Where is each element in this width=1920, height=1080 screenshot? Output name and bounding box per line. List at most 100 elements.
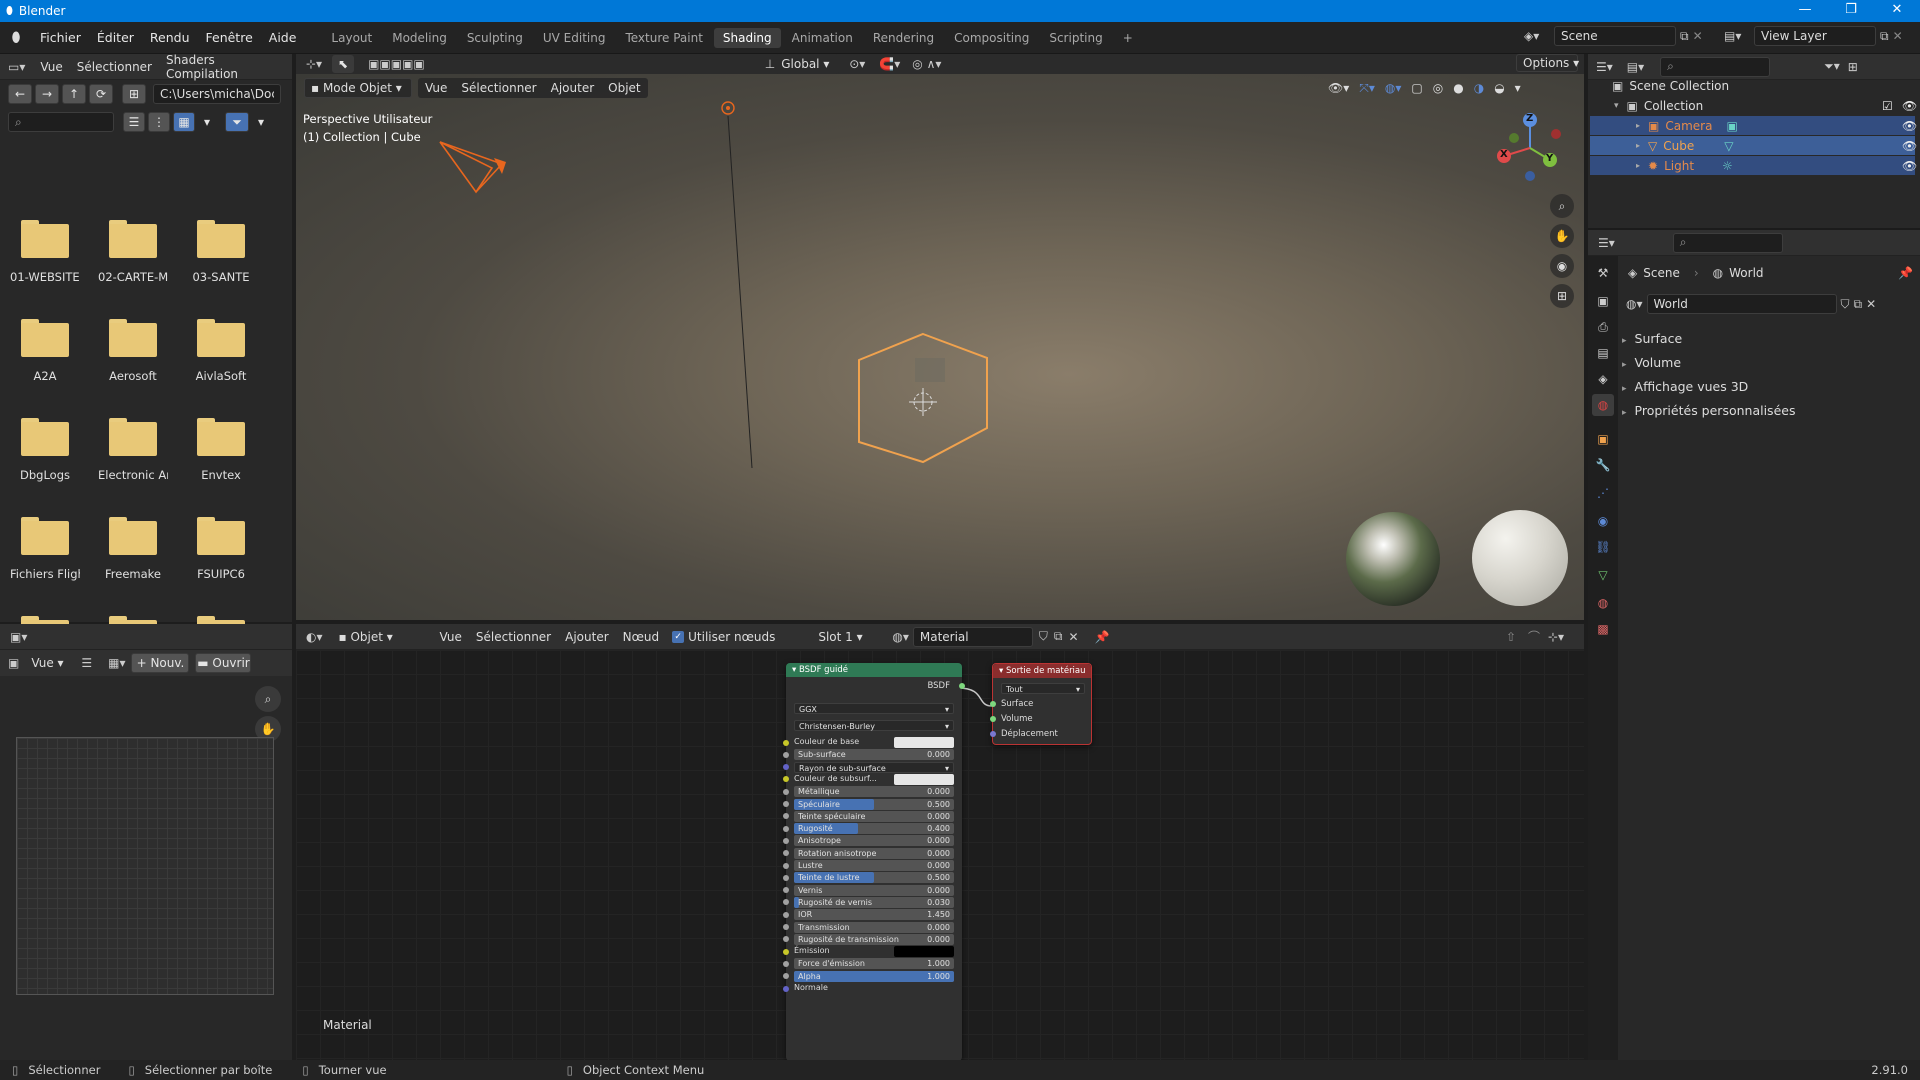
- bsdf-slider-prop[interactable]: Vernis 0.000: [794, 884, 954, 896]
- distribution-dropdown[interactable]: GGX ▾: [794, 703, 954, 714]
- editor-type-icon[interactable]: ☰▾: [1588, 60, 1621, 74]
- tab-shading[interactable]: Shading: [713, 27, 781, 48]
- file-menu-select[interactable]: Sélectionner: [70, 60, 159, 74]
- bsdf-slider-prop[interactable]: Alpha 1.000: [794, 970, 954, 982]
- outliner-row-collection[interactable]: ▾ ▣ Collection ☑ 👁: [1590, 96, 1917, 115]
- folder-item[interactable]: 03-SANTE: [186, 220, 256, 284]
- tool-icon[interactable]: ⊹▾: [296, 57, 332, 71]
- xray-icon[interactable]: ▢: [1411, 81, 1422, 95]
- color-swatch[interactable]: [894, 737, 954, 748]
- menu-fenetre[interactable]: Fenêtre: [198, 30, 261, 45]
- color-swatch[interactable]: [894, 946, 954, 958]
- input-socket[interactable]: [783, 751, 789, 758]
- subsurface-method-dropdown[interactable]: Christensen-Burley ▾: [794, 720, 954, 731]
- folder-item[interactable]: Fichiers Fligh...: [10, 517, 80, 581]
- tab-uv-editing[interactable]: UV Editing: [534, 28, 615, 48]
- input-socket[interactable]: [783, 850, 789, 857]
- select-tool-icon[interactable]: ⬉: [332, 55, 355, 73]
- panel-custom-properties[interactable]: ▸ Propriétés personnalisées: [1622, 403, 1795, 418]
- folder-item[interactable]: Freemake: [98, 517, 168, 581]
- world-name-field[interactable]: World: [1646, 294, 1837, 314]
- folder-item[interactable]: Aerosoft: [98, 319, 168, 383]
- material-tab-icon[interactable]: ◍: [1592, 592, 1614, 614]
- solid-shading-icon[interactable]: ●: [1453, 81, 1463, 95]
- input-socket[interactable]: [783, 825, 789, 832]
- node-menu-node[interactable]: Nœud: [616, 630, 666, 644]
- fake-user-icon[interactable]: ⛉: [1841, 297, 1850, 312]
- scene-field[interactable]: Scene: [1554, 26, 1676, 46]
- material-output-node[interactable]: ▾ Sortie de matériau Tout ▾ Surface Volum…: [990, 663, 1092, 745]
- node-menu-vue[interactable]: Vue: [433, 630, 469, 644]
- vp-menu-vue[interactable]: Vue: [418, 81, 454, 95]
- pan-hand-icon[interactable]: ✋: [1550, 224, 1574, 248]
- bsdf-slider-prop[interactable]: Rugosité 0.400: [794, 823, 954, 835]
- 3d-viewport[interactable]: ▪ Mode Objet ▾ Vue Sélectionner Ajouter …: [296, 74, 1584, 620]
- scene-tab-icon[interactable]: ◈: [1592, 368, 1614, 390]
- eye-icon[interactable]: 👁: [1902, 119, 1917, 133]
- orientation-icon[interactable]: ⊥: [765, 57, 775, 71]
- particles-tab-icon[interactable]: ⋰: [1592, 482, 1614, 504]
- input-socket[interactable]: [783, 924, 789, 930]
- menu-fichier[interactable]: Fichier: [32, 30, 89, 45]
- use-nodes-checkbox[interactable]: ✓: [672, 630, 685, 643]
- tab-animation[interactable]: Animation: [783, 28, 862, 48]
- input-socket[interactable]: [783, 985, 789, 992]
- orientation-dropdown[interactable]: Global ▾: [775, 54, 840, 74]
- minimize-button[interactable]: —: [1782, 0, 1828, 22]
- node-menu-add[interactable]: Ajouter: [558, 630, 616, 644]
- input-socket[interactable]: [783, 813, 789, 820]
- folder-item[interactable]: FSUIPC6: [186, 517, 256, 581]
- bsdf-color-prop[interactable]: Émission: [794, 946, 954, 958]
- output-tab-icon[interactable]: ⎙: [1592, 316, 1614, 338]
- panel-surface[interactable]: ▸ Surface: [1622, 331, 1682, 346]
- bsdf-color-prop[interactable]: Couleur de base: [794, 737, 954, 748]
- input-socket[interactable]: [783, 788, 789, 795]
- delete-view-layer-icon[interactable]: ✕: [1893, 29, 1903, 43]
- filter-icon[interactable]: ⏷: [225, 112, 249, 132]
- zoom-icon[interactable]: ⌕: [255, 686, 281, 712]
- zoom-icon[interactable]: ⌕: [1550, 194, 1574, 218]
- tab-layout[interactable]: Layout: [322, 28, 381, 48]
- file-menu-shaders[interactable]: Shaders Compilation: [159, 53, 292, 81]
- input-socket[interactable]: [783, 973, 789, 980]
- outliner-row-cube[interactable]: ▸ ▽ Cube ▽ 👁: [1590, 136, 1917, 155]
- overlay-icon[interactable]: ◍▾: [1385, 81, 1402, 95]
- exclude-checkbox[interactable]: ☑: [1882, 99, 1893, 113]
- bsdf-slider-prop[interactable]: Sub-surface 0.000: [794, 749, 954, 761]
- bsdf-slider-prop[interactable]: Force d'émission 1.000: [794, 958, 954, 970]
- new-scene-icon[interactable]: ⧉: [1680, 29, 1689, 44]
- input-socket[interactable]: [783, 801, 789, 807]
- texture-tab-icon[interactable]: ▩: [1592, 618, 1614, 640]
- unlink-material-icon[interactable]: ✕: [1068, 630, 1078, 644]
- vp-menu-add[interactable]: Ajouter: [544, 81, 602, 95]
- surface-socket[interactable]: [990, 701, 996, 707]
- panel-volume[interactable]: ▸ Volume: [1622, 355, 1681, 370]
- folder-item[interactable]: Electronic Arts: [98, 418, 168, 482]
- input-socket[interactable]: [783, 837, 789, 844]
- view-dropdown[interactable]: Vue ▾: [25, 653, 76, 673]
- bsdf-slider-prop[interactable]: Teinte spéculaire 0.000: [794, 810, 954, 822]
- input-socket[interactable]: [783, 887, 789, 894]
- view-layer-tab-icon[interactable]: ▤: [1592, 342, 1614, 364]
- folder-item[interactable]: 02-CARTE-ME...: [98, 220, 168, 284]
- world-tab-icon[interactable]: ◍: [1592, 394, 1614, 416]
- filter-icon[interactable]: ⏷▾: [1824, 59, 1840, 74]
- input-socket[interactable]: [783, 948, 789, 955]
- list-vertical-icon[interactable]: ☰: [123, 112, 145, 132]
- blender-menu-icon[interactable]: ⬮: [0, 30, 32, 46]
- material-browse-icon[interactable]: ◍▾: [892, 630, 909, 644]
- principled-bsdf-node[interactable]: ▾ BSDF guidé BSDF GGX ▾ Christensen-Burle…: [783, 663, 965, 1060]
- fake-user-icon[interactable]: ⛉: [1039, 629, 1048, 644]
- rendered-shading-icon[interactable]: ◒: [1494, 81, 1504, 95]
- back-icon[interactable]: ←: [8, 84, 32, 104]
- file-menu-vue[interactable]: Vue: [33, 60, 69, 74]
- input-socket[interactable]: [783, 862, 789, 869]
- cube-object[interactable]: [853, 330, 993, 480]
- bsdf-slider-prop[interactable]: Rugosité de transmission 0.000: [794, 933, 954, 945]
- pin-icon[interactable]: 📌: [1898, 266, 1913, 280]
- options-dropdown[interactable]: Options ▾: [1516, 54, 1579, 72]
- constraints-tab-icon[interactable]: ⛓: [1592, 536, 1614, 558]
- bsdf-slider-prop[interactable]: Métallique 0.000: [794, 786, 954, 798]
- select-mode-icons[interactable]: ▣▣▣▣▣: [368, 57, 425, 71]
- input-socket[interactable]: [783, 960, 789, 967]
